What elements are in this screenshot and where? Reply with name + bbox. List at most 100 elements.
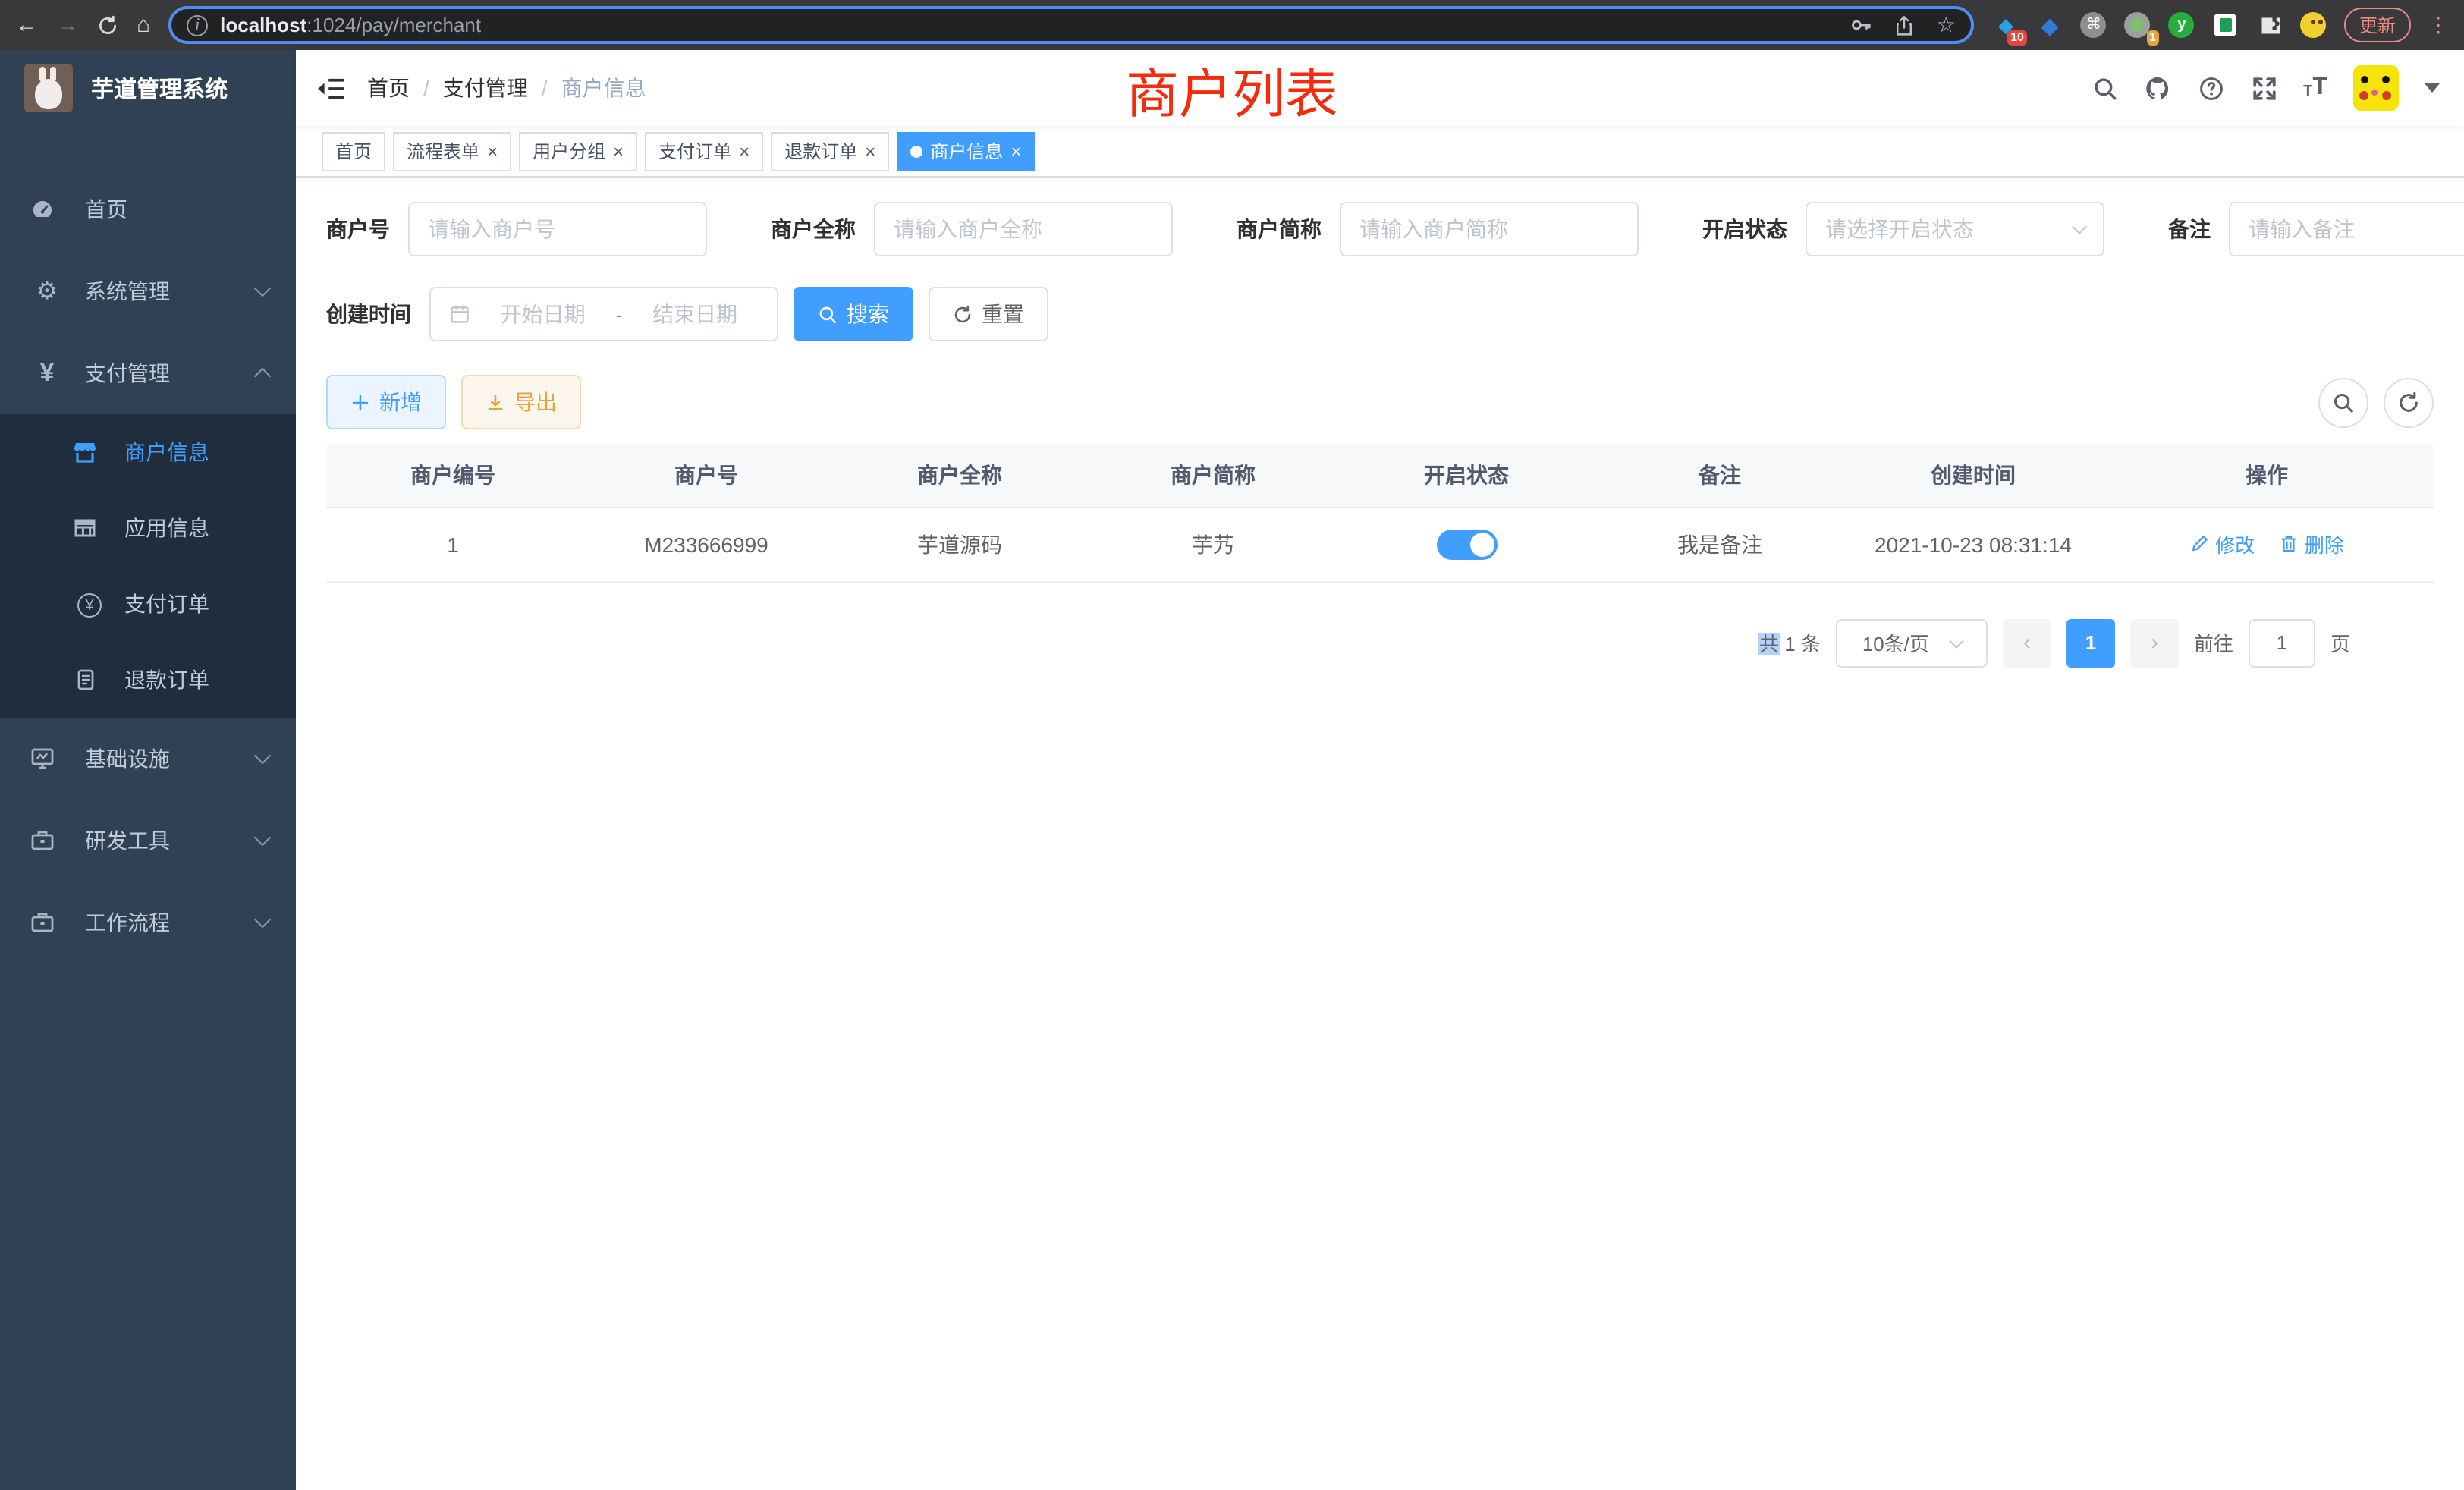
address-bar[interactable]: i localhost:1024/pay/merchant ☆ [168, 6, 1974, 44]
col-short-name: 商户简称 [1086, 445, 1340, 507]
sidebar-toggle-icon[interactable] [317, 77, 346, 99]
export-button[interactable]: 导出 [461, 375, 581, 429]
tab-refund-order[interactable]: 退款订单× [771, 131, 889, 171]
remark-input[interactable] [2229, 202, 2464, 256]
avatar-caret-icon[interactable] [2425, 83, 2440, 93]
sidebar-item-pay-order[interactable]: ¥ 支付订单 [0, 566, 296, 642]
refresh-table-button[interactable] [2384, 377, 2434, 427]
next-page-button[interactable]: › [2130, 618, 2179, 667]
reset-button[interactable]: 重置 [929, 287, 1048, 341]
tab-user-group[interactable]: 用户分组× [519, 131, 637, 171]
chevron-down-icon [254, 911, 272, 929]
close-icon[interactable]: × [613, 140, 624, 162]
breadcrumb-payment[interactable]: 支付管理 [443, 73, 528, 103]
goto-page-input[interactable] [2249, 618, 2315, 667]
chevron-down-icon [2072, 219, 2087, 234]
sidebar-item-infrastructure[interactable]: 基础设施 [0, 718, 296, 800]
tab-home[interactable]: 首页 [322, 131, 385, 171]
sidebar-item-refund-order[interactable]: 退款订单 [0, 642, 296, 718]
tab-process-form[interactable]: 流程表单× [393, 131, 511, 171]
active-dot [910, 145, 922, 157]
payment-submenu: 商户信息 应用信息 ¥ 支付订单 退款订单 [0, 414, 296, 718]
date-range-picker[interactable]: - [429, 287, 778, 341]
cell-created-time: 2021-10-23 08:31:14 [1846, 507, 2100, 581]
fullscreen-icon[interactable] [2250, 74, 2277, 102]
extension-docs-icon[interactable] [2212, 11, 2239, 39]
browser-back-icon[interactable]: ← [15, 14, 38, 36]
browser-update-button[interactable]: 更新 [2344, 8, 2411, 42]
app-navbar: 首页 / 支付管理 / 商户信息 [296, 50, 2464, 126]
col-full-name: 商户全称 [833, 445, 1086, 507]
browser-forward-icon[interactable]: → [56, 14, 79, 36]
extension-recorder-icon[interactable]: 1 [2124, 11, 2151, 39]
font-size-icon[interactable] [2303, 76, 2327, 100]
page-number-1[interactable]: 1 [2066, 618, 2115, 667]
browser-menu-icon[interactable]: ⋮ [2428, 12, 2449, 38]
delete-link[interactable]: 删除 [2279, 530, 2344, 558]
tab-merchant-info[interactable]: 商户信息× [897, 131, 1035, 171]
close-icon[interactable]: × [865, 140, 875, 162]
col-remark: 备注 [1593, 445, 1846, 507]
page-unit-label: 页 [2330, 628, 2350, 657]
extension-badge: 1 [2146, 30, 2159, 45]
logo-rabbit-avatar [24, 64, 73, 112]
url-text[interactable]: localhost:1024/pay/merchant [220, 14, 1838, 36]
sidebar-item-dev-tools[interactable]: 研发工具 [0, 800, 296, 882]
sidebar: 芋道管理系统 首页 ⚙ 系统管理 ¥ 支付管理 [0, 50, 296, 1490]
extension-badge: 10 [2007, 30, 2027, 45]
search-button[interactable]: 搜索 [794, 287, 913, 341]
close-icon[interactable]: × [1010, 140, 1021, 162]
prev-page-button[interactable]: ‹ [2003, 618, 2051, 667]
chevron-up-icon [254, 368, 272, 385]
breadcrumb-home[interactable]: 首页 [367, 73, 410, 103]
close-icon[interactable]: × [487, 140, 498, 162]
user-avatar[interactable] [2353, 65, 2399, 111]
page-size-select[interactable]: 10条/页 [1836, 618, 1988, 667]
gear-icon: ⚙ [30, 276, 64, 306]
pagination: 共 1 条 10条/页 ‹ 1 › 前往 页 [326, 618, 2434, 667]
tab-pay-order[interactable]: 支付订单× [645, 131, 763, 171]
search-icon[interactable] [2091, 74, 2118, 102]
full-name-input[interactable] [874, 202, 1173, 256]
sidebar-item-payment[interactable]: ¥ 支付管理 [0, 332, 296, 414]
cell-remark: 我是备注 [1593, 507, 1846, 581]
status-select[interactable] [1806, 202, 2104, 256]
add-button[interactable]: 新增 [326, 375, 446, 429]
sidebar-item-workflow[interactable]: 工作流程 [0, 882, 296, 963]
sidebar-item-app-info[interactable]: 应用信息 [0, 490, 296, 566]
site-info-icon[interactable]: i [187, 14, 208, 36]
browser-reload-icon[interactable] [97, 14, 118, 36]
dashboard-icon [30, 197, 64, 222]
breadcrumb-current: 商户信息 [561, 73, 646, 103]
cell-full-name: 芋道源码 [833, 507, 1086, 581]
edit-link[interactable]: 修改 [2189, 530, 2255, 558]
sidebar-logo[interactable]: 芋道管理系统 [0, 50, 296, 126]
extensions-puzzle-icon[interactable] [2256, 11, 2283, 39]
status-toggle[interactable] [1436, 529, 1497, 559]
sidebar-item-merchant-info[interactable]: 商户信息 [0, 414, 296, 490]
extension-gem-icon[interactable]: ◆ [2036, 11, 2063, 39]
github-icon[interactable] [2144, 74, 2171, 102]
sidebar-item-home[interactable]: 首页 [0, 168, 296, 250]
browser-home-icon[interactable]: ⌂ [137, 14, 150, 36]
extension-command-icon[interactable]: ⌘ [2080, 11, 2107, 39]
merchant-no-input[interactable] [408, 202, 707, 256]
cell-merchant-no: 1 [326, 507, 580, 581]
extension-sidebar-icon[interactable]: ◆10 [1992, 11, 2019, 39]
password-key-icon[interactable] [1850, 14, 1873, 36]
remark-label: 备注 [2168, 214, 2211, 244]
col-created-time: 创建时间 [1846, 445, 2100, 507]
table-row: 1 M233666999 芋道源码 芋艿 我是备注 2021-10-23 08:… [326, 507, 2434, 581]
bookmark-star-icon[interactable]: ☆ [1937, 12, 1956, 38]
col-actions: 操作 [2100, 445, 2434, 507]
end-date-input [631, 302, 759, 326]
toggle-search-button[interactable] [2318, 377, 2368, 427]
help-icon[interactable] [2197, 74, 2224, 102]
sidebar-item-system[interactable]: ⚙ 系统管理 [0, 250, 296, 332]
extension-y-icon[interactable]: y [2168, 11, 2195, 39]
share-icon[interactable] [1894, 14, 1916, 36]
browser-profile-avatar[interactable] [2300, 11, 2327, 39]
chevron-down-icon [254, 747, 272, 765]
close-icon[interactable]: × [739, 140, 750, 162]
short-name-input[interactable] [1340, 202, 1639, 256]
